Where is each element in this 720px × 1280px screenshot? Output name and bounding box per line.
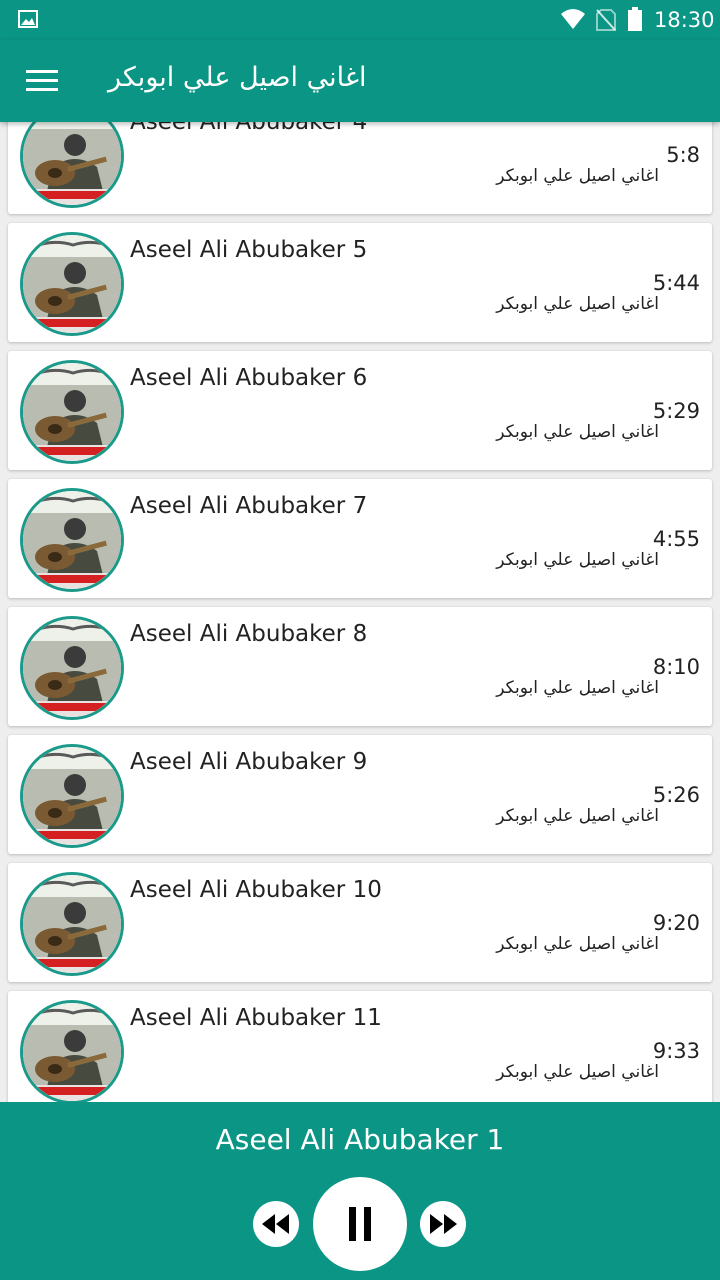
status-bar: 18:30: [0, 0, 720, 40]
song-artist: اغاني اصيل علي ابوبكر: [496, 294, 659, 314]
song-title: Aseel Ali Abubaker 7: [130, 493, 368, 519]
song-card-2[interactable]: Aseel Ali Abubaker 5 5:44 اغاني اصيل علي…: [8, 223, 712, 342]
song-duration: 8:10: [652, 655, 700, 679]
pause-icon: [349, 1207, 371, 1241]
song-artist: اغاني اصيل علي ابوبكر: [496, 1062, 659, 1082]
player-bar: Aseel Ali Abubaker 1: [0, 1102, 720, 1280]
song-card-6[interactable]: Aseel Ali Abubaker 9 5:26 اغاني اصيل علي…: [8, 735, 712, 854]
song-duration: 4:55: [652, 527, 700, 551]
song-title: Aseel Ali Abubaker 4: [130, 122, 368, 135]
fast-forward-button[interactable]: [420, 1201, 466, 1247]
app-title: اغاني اصيل علي ابوبكر: [108, 62, 367, 93]
song-card-4[interactable]: Aseel Ali Abubaker 7 4:55 اغاني اصيل علي…: [8, 479, 712, 598]
song-card-8[interactable]: Aseel Ali Abubaker 11 9:33 اغاني اصيل عل…: [8, 991, 712, 1102]
song-title: Aseel Ali Abubaker 6: [130, 365, 368, 391]
album-art: [20, 872, 124, 976]
song-duration: 5:26: [652, 783, 700, 807]
fast-forward-icon: [430, 1214, 457, 1234]
song-artist: اغاني اصيل علي ابوبكر: [496, 422, 659, 442]
album-art: [20, 616, 124, 720]
song-title: Aseel Ali Abubaker 10: [130, 877, 382, 903]
song-duration: 9:20: [652, 911, 700, 935]
song-card-7[interactable]: Aseel Ali Abubaker 10 9:20 اغاني اصيل عل…: [8, 863, 712, 982]
album-art: [20, 360, 124, 464]
gallery-icon: [18, 10, 38, 28]
song-card-3[interactable]: Aseel Ali Abubaker 6 5:29 اغاني اصيل علي…: [8, 351, 712, 470]
song-artist: اغاني اصيل علي ابوبكر: [496, 550, 659, 570]
song-artist: اغاني اصيل علي ابوبكر: [496, 806, 659, 826]
album-art: [20, 122, 124, 208]
app-bar: اغاني اصيل علي ابوبكر: [0, 40, 720, 122]
battery-icon: [628, 7, 642, 31]
song-title: Aseel Ali Abubaker 11: [130, 1005, 382, 1031]
rewind-icon: [262, 1214, 289, 1234]
wifi-icon: [561, 9, 585, 29]
no-sim-icon: [596, 9, 616, 31]
song-duration: 5:29: [652, 399, 700, 423]
song-card-1[interactable]: Aseel Ali Abubaker 4 5:8 اغاني اصيل علي …: [8, 122, 712, 214]
rewind-button[interactable]: [253, 1201, 299, 1247]
song-title: Aseel Ali Abubaker 9: [130, 749, 368, 775]
album-art: [20, 744, 124, 848]
song-artist: اغاني اصيل علي ابوبكر: [496, 678, 659, 698]
menu-icon[interactable]: [26, 68, 58, 94]
song-duration: 9:33: [652, 1039, 700, 1063]
pause-button[interactable]: [313, 1177, 407, 1271]
song-list[interactable]: Aseel Ali Abubaker 4 5:8 اغاني اصيل علي …: [0, 122, 720, 1102]
song-artist: اغاني اصيل علي ابوبكر: [496, 166, 659, 186]
album-art: [20, 232, 124, 336]
status-time: 18:30: [654, 8, 715, 32]
album-art: [20, 1000, 124, 1102]
album-art: [20, 488, 124, 592]
song-title: Aseel Ali Abubaker 5: [130, 237, 368, 263]
song-duration: 5:44: [652, 271, 700, 295]
song-card-5[interactable]: Aseel Ali Abubaker 8 8:10 اغاني اصيل علي…: [8, 607, 712, 726]
song-title: Aseel Ali Abubaker 8: [130, 621, 368, 647]
now-playing-title: Aseel Ali Abubaker 1: [215, 1123, 505, 1156]
song-artist: اغاني اصيل علي ابوبكر: [496, 934, 659, 954]
song-duration: 5:8: [666, 143, 700, 167]
